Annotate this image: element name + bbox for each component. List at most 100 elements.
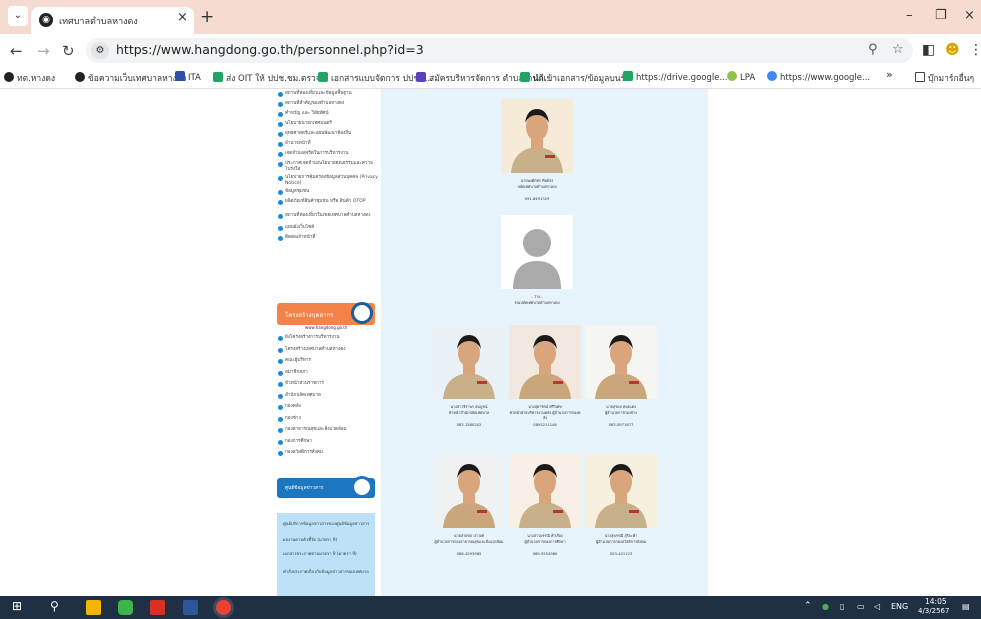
profile-avatar-icon[interactable]: ☻ <box>945 42 960 58</box>
globe-icon <box>75 72 85 82</box>
tab-strip: ⌄ ◉ เทศบาลตำบลหางดง × + – ❐ × <box>0 0 981 34</box>
sidebar-menu-link[interactable]: นโยบายการคุ้มครองข้อมูลส่วนบุคคล (Privac… <box>278 175 378 187</box>
bookmark-label: บุ๊กมาร์กอื่นๆ <box>928 74 975 84</box>
bookmark-star-icon[interactable]: ☆ <box>892 42 904 57</box>
other-bookmarks-folder[interactable]: บุ๊กมาร์กอื่นๆ <box>915 71 974 85</box>
sidebar-personnel-link[interactable]: กองช่าง <box>278 416 378 422</box>
personnel-photo <box>585 325 657 399</box>
minimize-icon[interactable]: – <box>906 8 913 23</box>
drive-icon <box>318 72 328 82</box>
restore-icon[interactable]: ❐ <box>935 8 947 23</box>
sidebar-menu-link[interactable]: สถานที่ท่องเที่ยวและข้อมูลพื้นฐาน <box>278 91 378 97</box>
sidebar-personnel-link[interactable]: กองคลัง <box>278 404 378 410</box>
tab-search-chevron-icon[interactable]: ⌄ <box>8 6 28 26</box>
sidebar-personnel-link[interactable]: สำนักปลัดเทศบาล <box>278 393 378 399</box>
sidebar-menu-link[interactable]: เจตจำนงสุจริตในการบริหารงาน <box>278 151 378 157</box>
bookmark-label: นำเข้าเอกสาร/ข้อมูลบนร์... <box>533 74 634 84</box>
bookmark-item[interactable]: นำเข้าเอกสาร/ข้อมูลบนร์... <box>520 71 633 85</box>
url-text[interactable]: https://www.hangdong.go.th/personnel.php… <box>116 42 424 57</box>
sidebar-personnel-link[interactable]: กองสาธารณสุขและสิ่งแวดล้อม <box>278 427 378 433</box>
forward-icon[interactable]: → <box>37 42 50 60</box>
tab-close-icon[interactable]: × <box>177 10 188 25</box>
reload-icon[interactable]: ↻ <box>62 42 75 60</box>
tab-title: เทศบาลตำบลหางดง <box>59 17 138 27</box>
bookmark-item[interactable]: ทต.หางดง <box>4 71 55 85</box>
chrome-icon[interactable] <box>216 600 231 615</box>
personnel-name: นายสายชล ปาวงค์ <box>454 534 484 538</box>
info-section-header: ศูนย์ข้อมูลข่าวสาร <box>277 476 375 498</box>
language-indicator[interactable]: ENG <box>891 602 908 611</box>
line-app-icon[interactable] <box>118 600 133 615</box>
search-icon[interactable]: ⚲ <box>50 599 65 614</box>
form-icon <box>416 72 426 82</box>
sidebar-menu-link[interactable]: ประกาศเจตจำนงนโยบายคุณธรรมและความโปร่งใส <box>278 161 378 173</box>
back-icon[interactable]: ← <box>10 42 23 60</box>
web-page: สถานที่ท่องเที่ยวและข้อมูลพื้นฐานสถานที่… <box>0 89 981 596</box>
sidebar-personnel-link[interactable]: กองการศึกษา <box>278 439 378 445</box>
sidebar-personnel-link[interactable]: กองสวัสดิการสังคม <box>278 450 378 456</box>
sidebar-menu-link[interactable]: ผลิตภัณฑ์สินค้าชุมชน หรือ สินค้า OTOP <box>278 199 378 205</box>
clock-time[interactable]: 14:05 <box>925 597 947 606</box>
bookmark-item[interactable]: ITA <box>175 71 201 83</box>
sidebar-menu-link[interactable]: แผนผังเว็บไซต์ <box>278 225 378 231</box>
globe-icon <box>4 72 14 82</box>
info-section-title: ศูนย์ข้อมูลข่าวสาร <box>285 486 324 491</box>
security-tray-icon[interactable]: ● <box>822 602 829 611</box>
personnel-name: นางสุพรรณี สุริยะคำ <box>604 534 638 538</box>
menu-kebab-icon[interactable]: ⋮ <box>969 42 981 58</box>
bookmark-item[interactable]: ข้อความเว็บเทศบาลหางดง <box>75 71 186 85</box>
clock-date[interactable]: 4/3/2567 <box>918 607 949 615</box>
sidebar-menu-link[interactable]: สถานที่ท่องเที่ยวในเขตเทศบาลตำบลหางดง <box>278 213 378 219</box>
personnel-name: นายสุรพล ทองแดง <box>606 405 636 409</box>
sidebar-menu-link[interactable]: ยุทธศาสตร์และแผนพัฒนาท้องถิ่น <box>278 131 378 137</box>
sidebar-personnel-link[interactable]: สมาชิกสภา <box>278 370 378 376</box>
close-window-icon[interactable]: × <box>964 8 975 23</box>
people-circle-icon <box>351 302 373 324</box>
personnel-name: นายพงศ์ภัทร ทิพย์จร <box>520 179 554 183</box>
personnel-pos: หัวหน้าฝ่ายบริหารงานคลัง ผู้อำนวยการกองค… <box>509 411 581 420</box>
sidebar-menu-link[interactable]: คำขวัญ และ วิสัยทัศน์ <box>278 111 378 117</box>
sidebar-personnel-link[interactable]: คณะผู้บริหาร <box>278 358 378 364</box>
personnel-name: นางสุดารัตน์ ศรีวิเศษ <box>528 405 562 409</box>
personnel-tel: 089-5554980 <box>532 552 558 556</box>
bookmark-item[interactable]: LPA <box>727 71 755 83</box>
bookmark-item[interactable]: https://drive.google... <box>623 71 728 83</box>
network-tray-icon[interactable]: ▭ <box>857 602 865 611</box>
drive-icon <box>520 72 530 82</box>
site-info-icon[interactable]: ⚙ <box>91 42 109 59</box>
pdf-reader-icon[interactable] <box>150 600 165 615</box>
info-link[interactable]: ผลงานตามตัวชี้วัด (มาตรา 9) <box>283 537 371 543</box>
sidebar-menu-link[interactable]: อำนาจหน้าที่ <box>278 141 378 147</box>
zoom-icon[interactable]: ⚲ <box>868 42 878 57</box>
info-link[interactable]: ศูนย์บริการข้อมูลข่าวสารของศูนย์ข้อมูลข่… <box>283 521 371 527</box>
info-link[interactable]: คำสั่งประกาศเกี่ยวกับข้อมูลข่าวสารของเทศ… <box>283 569 371 575</box>
sidebar-personnel-link[interactable]: หัวหน้าส่วนราชการ <box>278 381 378 387</box>
file-explorer-icon[interactable] <box>86 600 101 615</box>
sidebar-menu-link[interactable]: สถานที่สำคัญของตำบลหางดง <box>278 101 378 107</box>
personnel-name: นางสาวจิราพร สมบูรณ์ <box>450 405 488 409</box>
new-tab-icon[interactable]: + <box>200 7 214 27</box>
tray-overflow-icon[interactable]: ⌃ <box>804 601 812 611</box>
side-panel-icon[interactable]: ◧ <box>922 42 935 58</box>
tab-active[interactable]: ◉ เทศบาลตำบลหางดง × <box>31 7 194 34</box>
sidebar-menu-link[interactable]: นโยบายนายกเทศมนตรี <box>278 121 378 127</box>
bookmark-label: https://www.google... <box>780 73 871 83</box>
lpa-icon <box>727 71 737 81</box>
sidebar-menu-link[interactable]: ข้อมูลชุมชน <box>278 189 378 195</box>
sidebar-personnel-link[interactable]: ผังโครงสร้างการบริหารงาน <box>278 335 378 341</box>
clipboard-tray-icon[interactable]: ▯ <box>840 602 844 611</box>
personnel-tel: 086-4293965 <box>456 552 482 556</box>
notifications-icon[interactable]: ▤ <box>962 602 970 611</box>
bookmark-item[interactable]: https://www.google... <box>767 71 870 83</box>
volume-tray-icon[interactable]: ◁ <box>874 602 880 611</box>
sidebar-menu-link[interactable]: ติดต่อเจ้าหน้าที่ <box>278 235 378 241</box>
word-icon[interactable] <box>183 600 198 615</box>
bookmark-label: https://drive.google... <box>636 73 728 83</box>
bookmark-item[interactable]: ส่ง OIT ให้ ปปช.ชม.ตรวจ <box>213 71 321 85</box>
address-bar[interactable]: ⚙ https://www.hangdong.go.th/personnel.p… <box>86 38 913 63</box>
windows-start-icon[interactable]: ⊞ <box>12 599 27 614</box>
info-link[interactable]: เอกสารประกาศตามมาตรา 9 (มาตรา 9) <box>283 551 371 557</box>
sidebar-personnel-link[interactable]: โครงสร้างเทศบาลตำบลหางดง <box>278 347 378 353</box>
personnel-pos: ผู้อำนวยการกองการศึกษา <box>524 540 566 544</box>
bookmarks-overflow-button[interactable]: » <box>886 68 893 81</box>
